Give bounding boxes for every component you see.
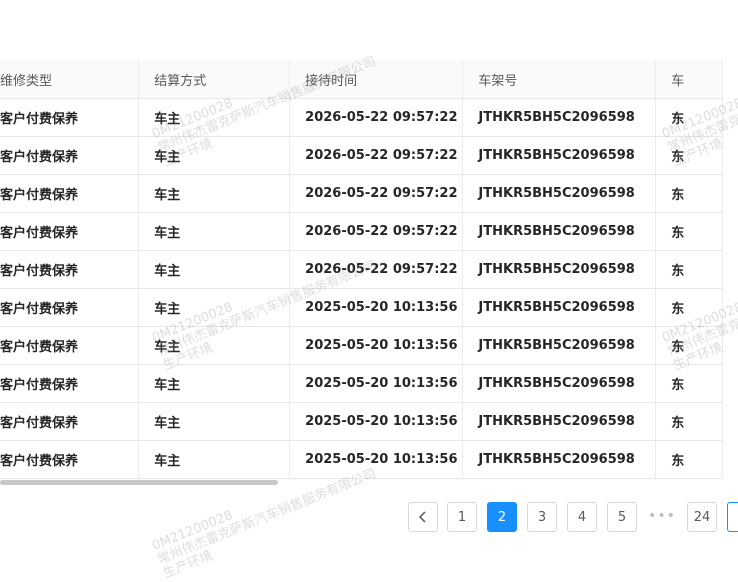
column-header-reception-time[interactable]: 接待时间 [289, 60, 464, 99]
cell-reception-time: 2025-05-20 10:13:56 [289, 440, 464, 479]
column-header-settlement[interactable]: 结算方式 [138, 60, 291, 99]
next-page-button[interactable] [727, 502, 738, 532]
cell-partial: 东 [655, 136, 723, 175]
cell-partial: 东 [655, 98, 723, 137]
page-button-5[interactable]: 5 [607, 502, 637, 532]
table-row[interactable]: 客户付费保养 车主 2025-05-20 10:13:56 JTHKR5BH5C209… [0, 326, 723, 365]
cell-reception-time: 2026-05-22 09:57:22 [289, 98, 464, 137]
cell-repair-type: 客户付费保养 [0, 402, 140, 441]
page-button-1[interactable]: 1 [447, 502, 477, 532]
cell-vin: JTHKR5BH5C2096598 [462, 250, 657, 289]
cell-repair-type: 客户付费保养 [0, 212, 140, 251]
table-row[interactable]: 客户付费保养 车主 2026-05-22 09:57:22 JTHKR5BH5C209… [0, 250, 723, 289]
cell-reception-time: 2025-05-20 10:13:56 [289, 402, 464, 441]
column-header-partial[interactable]: 车 [655, 60, 723, 99]
table-row[interactable]: 客户付费保养 车主 2026-05-22 09:57:22 JTHKR5BH5C209… [0, 136, 723, 175]
table-row[interactable]: 客户付费保养 车主 2025-05-20 10:13:56 JTHKR5BH5C209… [0, 402, 723, 441]
table-row[interactable]: 客户付费保养 车主 2026-05-22 09:57:22 JTHKR5BH5C209… [0, 212, 723, 251]
data-table-container: 维修类型 结算方式 接待时间 车架号 车 客户付费保养 车主 2026-05-22 … [0, 60, 738, 483]
cell-settlement: 车主 [138, 98, 291, 137]
cell-vin: JTHKR5BH5C2096598 [462, 440, 657, 479]
cell-repair-type: 客户付费保养 [0, 174, 140, 213]
cell-reception-time: 2025-05-20 10:13:56 [289, 364, 464, 403]
cell-vin: JTHKR5BH5C2096598 [462, 288, 657, 327]
cell-partial: 东 [655, 174, 723, 213]
cell-settlement: 车主 [138, 364, 291, 403]
cell-settlement: 车主 [138, 288, 291, 327]
cell-reception-time: 2026-05-22 09:57:22 [289, 250, 464, 289]
table-header-row: 维修类型 结算方式 接待时间 车架号 车 [0, 60, 723, 99]
cell-repair-type: 客户付费保养 [0, 288, 140, 327]
cell-settlement: 车主 [138, 174, 291, 213]
cell-vin: JTHKR5BH5C2096598 [462, 326, 657, 365]
page-button-last[interactable]: 24 [687, 502, 717, 532]
cell-repair-type: 客户付费保养 [0, 326, 140, 365]
cell-settlement: 车主 [138, 402, 291, 441]
cell-vin: JTHKR5BH5C2096598 [462, 136, 657, 175]
cell-settlement: 车主 [138, 136, 291, 175]
cell-settlement: 车主 [138, 212, 291, 251]
table-row[interactable]: 客户付费保养 车主 2025-05-20 10:13:56 JTHKR5BH5C209… [0, 288, 723, 327]
cell-partial: 东 [655, 440, 723, 479]
cell-repair-type: 客户付费保养 [0, 98, 140, 137]
page-button-3[interactable]: 3 [527, 502, 557, 532]
horizontal-scrollbar[interactable] [0, 478, 738, 486]
page-button-4[interactable]: 4 [567, 502, 597, 532]
cell-vin: JTHKR5BH5C2096598 [462, 364, 657, 403]
cell-partial: 东 [655, 212, 723, 251]
cell-partial: 东 [655, 326, 723, 365]
cell-vin: JTHKR5BH5C2096598 [462, 98, 657, 137]
page-button-2-current[interactable]: 2 [487, 502, 517, 532]
cell-settlement: 车主 [138, 440, 291, 479]
data-table: 维修类型 结算方式 接待时间 车架号 车 客户付费保养 车主 2026-05-22 … [0, 60, 723, 479]
column-header-vin[interactable]: 车架号 [462, 60, 657, 99]
cell-partial: 东 [655, 402, 723, 441]
cell-settlement: 车主 [138, 250, 291, 289]
column-header-repair-type[interactable]: 维修类型 [0, 60, 140, 99]
table-row[interactable]: 客户付费保养 车主 2026-05-22 09:57:22 JTHKR5BH5C209… [0, 98, 723, 137]
cell-reception-time: 2026-05-22 09:57:22 [289, 212, 464, 251]
cell-settlement: 车主 [138, 326, 291, 365]
cell-reception-time: 2026-05-22 09:57:22 [289, 174, 464, 213]
prev-page-button[interactable] [408, 502, 438, 532]
cell-repair-type: 客户付费保养 [0, 440, 140, 479]
scrollbar-thumb[interactable] [0, 480, 278, 485]
pagination: 1 2 3 4 5 ••• 24 [0, 502, 738, 534]
cell-vin: JTHKR5BH5C2096598 [462, 402, 657, 441]
cell-reception-time: 2025-05-20 10:13:56 [289, 288, 464, 327]
cell-repair-type: 客户付费保养 [0, 136, 140, 175]
table-row[interactable]: 客户付费保养 车主 2025-05-20 10:13:56 JTHKR5BH5C209… [0, 440, 723, 479]
table-row[interactable]: 客户付费保养 车主 2026-05-22 09:57:22 JTHKR5BH5C209… [0, 174, 723, 213]
cell-reception-time: 2025-05-20 10:13:56 [289, 326, 464, 365]
cell-repair-type: 客户付费保养 [0, 250, 140, 289]
page-ellipsis[interactable]: ••• [647, 502, 677, 532]
cell-partial: 东 [655, 364, 723, 403]
table-row[interactable]: 客户付费保养 车主 2025-05-20 10:13:56 JTHKR5BH5C209… [0, 364, 723, 403]
cell-repair-type: 客户付费保养 [0, 364, 140, 403]
chevron-left-icon [418, 510, 426, 523]
cell-vin: JTHKR5BH5C2096598 [462, 174, 657, 213]
cell-reception-time: 2026-05-22 09:57:22 [289, 136, 464, 175]
cell-vin: JTHKR5BH5C2096598 [462, 212, 657, 251]
cell-partial: 东 [655, 288, 723, 327]
cell-partial: 东 [655, 250, 723, 289]
